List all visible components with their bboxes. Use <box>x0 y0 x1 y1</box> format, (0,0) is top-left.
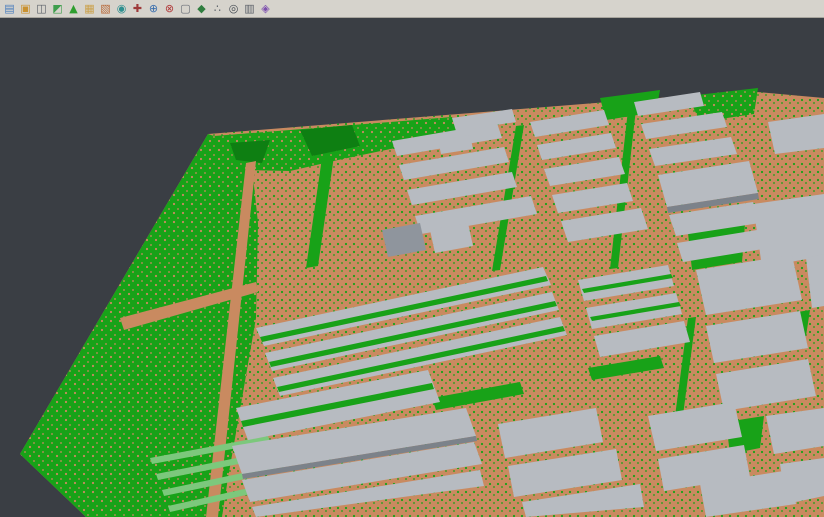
profile-view-icon[interactable]: ◩ <box>50 2 65 16</box>
building-n1 <box>766 408 824 454</box>
save-icon[interactable]: ◫ <box>34 2 49 16</box>
app-window: ▤▣◫◩▲▦▧◉✚⊕⊗▢◆∴◎▥◈ <box>0 0 824 517</box>
globe-view-icon[interactable]: ◉ <box>114 2 129 16</box>
crop-tool-icon[interactable]: ▢ <box>178 2 193 16</box>
settings-icon[interactable]: ◈ <box>258 2 273 16</box>
main-toolbar: ▤▣◫◩▲▦▧◉✚⊕⊗▢◆∴◎▥◈ <box>0 0 824 18</box>
viewport-3d[interactable] <box>0 18 824 517</box>
terrain-model-icon[interactable]: ▲ <box>66 2 81 16</box>
texture-icon[interactable]: ▧ <box>98 2 113 16</box>
scene-svg <box>0 18 824 517</box>
grid-icon[interactable]: ▦ <box>82 2 97 16</box>
classified-point-cloud <box>20 88 824 517</box>
building-n2 <box>780 458 824 504</box>
open-data-icon[interactable]: ▣ <box>18 2 33 16</box>
add-data-icon[interactable]: ⊕ <box>146 2 161 16</box>
database-icon[interactable]: ▥ <box>242 2 257 16</box>
measure-icon[interactable]: ✚ <box>130 2 145 16</box>
point-cloud-icon[interactable]: ∴ <box>210 2 225 16</box>
open-project-icon[interactable]: ▤ <box>2 2 17 16</box>
remove-data-icon[interactable]: ⊗ <box>162 2 177 16</box>
snapshot-icon[interactable]: ◎ <box>226 2 241 16</box>
classify-icon[interactable]: ◆ <box>194 2 209 16</box>
